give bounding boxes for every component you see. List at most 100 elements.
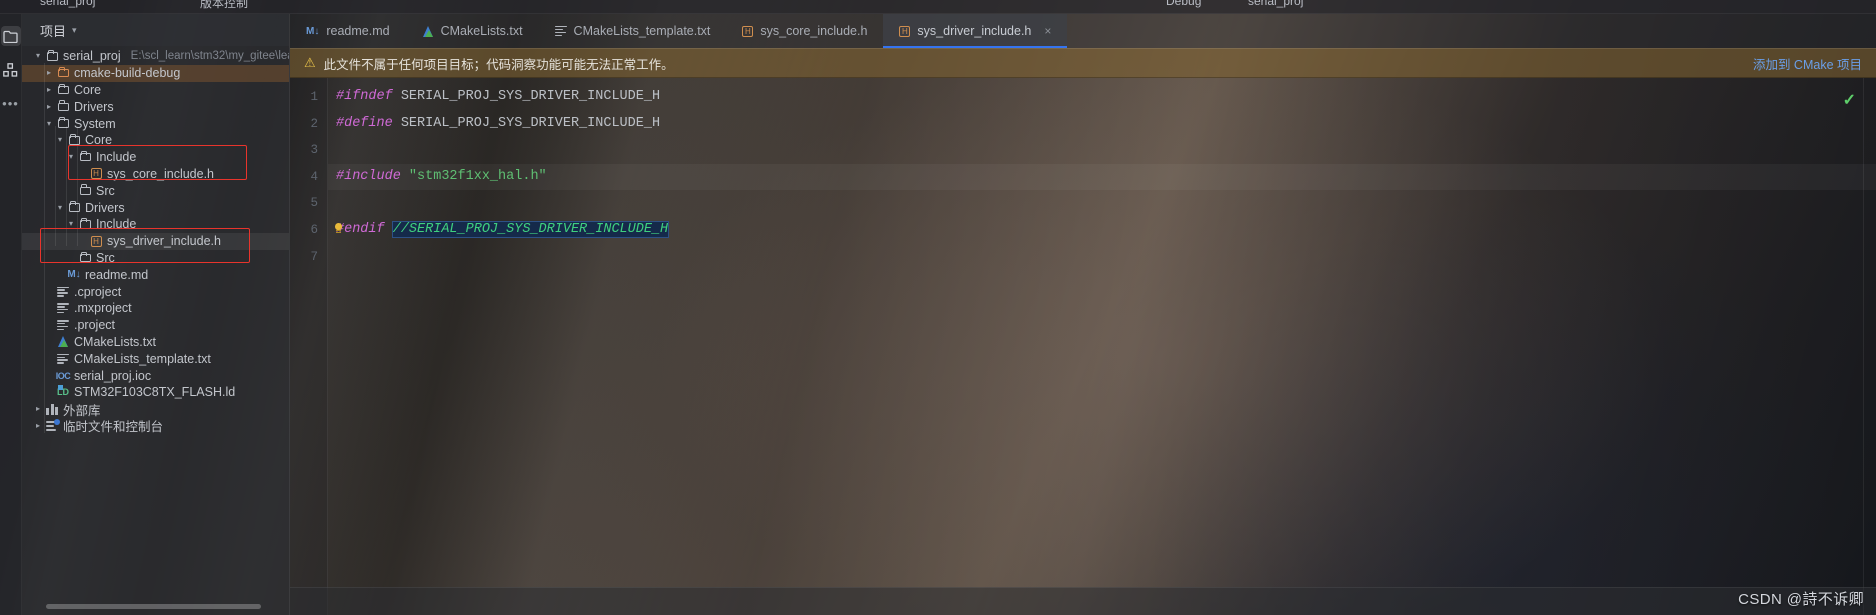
tree-node-drivers[interactable]: Drivers <box>22 98 289 115</box>
code-line-5[interactable] <box>328 190 1876 217</box>
tree-node-label: .project <box>74 318 115 333</box>
chevron-right-icon[interactable] <box>32 405 44 413</box>
tree-node-icon <box>55 117 71 128</box>
tree-node-system[interactable]: System <box>22 115 289 132</box>
chevron-down-icon[interactable]: ▾ <box>72 25 77 36</box>
tree-node-label: Src <box>96 183 115 198</box>
tree-node-cmake-build-debug[interactable]: cmake-build-debug <box>22 64 289 82</box>
tree-node-include[interactable]: Include <box>22 149 289 166</box>
tree-node-icon <box>77 150 93 162</box>
intention-bulb-icon[interactable] <box>334 223 343 235</box>
project-panel-title: 项目 <box>40 23 67 39</box>
folder-icon <box>79 218 91 229</box>
tree-node--project[interactable]: .project <box>22 317 289 334</box>
tree-node-label: STM32F103C8TX_FLASH.ld <box>74 385 236 400</box>
code-token-id: SERIAL_PROJ_SYS_DRIVER_INCLUDE_H <box>392 89 661 104</box>
line-number: 1 <box>310 90 318 104</box>
inspection-status-icon[interactable]: ✓ <box>1843 90 1856 110</box>
header-file-icon: H <box>90 235 102 247</box>
editor-tab-readme-md[interactable]: M↓ readme.md <box>290 14 406 48</box>
tree-node-label: cmake-build-debug <box>74 66 181 81</box>
tree-node-icon <box>55 320 71 331</box>
tree-node-cmakelists-txt[interactable]: CMakeLists.txt <box>22 334 289 351</box>
tree-node-stm32f103c8tx-flash-ld[interactable]: LD STM32F103C8TX_FLASH.ld <box>22 384 289 401</box>
code-line-2[interactable]: #define SERIAL_PROJ_SYS_DRIVER_INCLUDE_H <box>328 111 1876 138</box>
tree-node--[interactable]: 临时文件和控制台 <box>22 418 289 434</box>
tree-node--cproject[interactable]: .cproject <box>22 283 289 300</box>
code-line-7[interactable] <box>328 244 1876 271</box>
scratches-consoles-icon <box>45 419 60 431</box>
tree-node-icon: M↓ <box>66 269 82 280</box>
chevron-down-icon[interactable] <box>32 52 44 60</box>
project-horizontal-scrollbar[interactable] <box>22 599 289 615</box>
project-tree[interactable]: serial_proj E:\scl_learn\stm32\my_gitee\l… <box>22 46 289 615</box>
tree-node-drivers[interactable]: Drivers <box>22 199 289 216</box>
tree-node-icon <box>44 50 60 61</box>
ioc-file-icon: IOC <box>55 370 71 381</box>
editor-vertical-scrollbar[interactable] <box>1864 78 1876 615</box>
tree-node-label: Include <box>96 217 137 232</box>
tree-node-readme-md[interactable]: M↓ readme.md <box>22 266 289 283</box>
tree-node-icon <box>55 100 71 112</box>
editor-tab-cmakelists-template-txt[interactable]: CMakeLists_template.txt <box>539 14 727 48</box>
tab-icon: H <box>742 25 754 37</box>
code-token-kw: #ifndef <box>336 89 393 104</box>
close-icon[interactable]: × <box>1044 24 1051 38</box>
tree-node-sys-driver-include-h[interactable]: Hsys_driver_include.h <box>22 232 289 250</box>
header-file-icon: H <box>90 168 102 180</box>
tree-node-icon <box>77 184 93 196</box>
add-to-cmake-project-link[interactable]: 添加到 CMake 项目 <box>1753 54 1862 73</box>
tree-node-label: Core <box>74 82 102 97</box>
tree-node-icon <box>55 336 71 348</box>
tab-label: readme.md <box>326 24 390 38</box>
tree-node-cmakelists-template-txt[interactable]: CMakeLists_template.txt <box>22 350 289 367</box>
tree-node--mxproject[interactable]: .mxproject <box>22 300 289 317</box>
tree-node--[interactable]: 外部库 <box>22 401 289 418</box>
editor-tab-sys-core-include-h[interactable]: Hsys_core_include.h <box>726 14 883 48</box>
code-line-1[interactable]: #ifndef SERIAL_PROJ_SYS_DRIVER_INCLUDE_H <box>328 84 1876 111</box>
tree-node-sys-core-include-h[interactable]: Hsys_core_include.h <box>22 166 289 183</box>
folder-icon <box>79 251 91 263</box>
line-number-gutter: 1 2 3 4 5 6 7 <box>290 78 328 615</box>
tree-node-path: E:\scl_learn\stm32\my_gitee\lear <box>130 50 289 63</box>
tree-node-icon <box>55 353 71 364</box>
code-content[interactable]: #ifndef SERIAL_PROJ_SYS_DRIVER_INCLUDE_H… <box>328 84 1876 615</box>
header-file-icon: H <box>899 25 911 37</box>
tree-node-label: serial_proj <box>63 49 121 64</box>
folder-icon <box>57 83 69 95</box>
project-panel-header[interactable]: 项目 ▾ <box>22 14 289 46</box>
line-number: 6 <box>310 222 318 237</box>
code-token-kw: #endif <box>336 221 385 237</box>
editor-tab-sys-driver-include-h[interactable]: Hsys_driver_include.h × <box>883 14 1068 48</box>
editor-tab-cmakelists-txt[interactable]: CMakeLists.txt <box>406 14 539 48</box>
tree-node-src[interactable]: Src <box>22 250 289 267</box>
tree-node-serial-proj-ioc[interactable]: IOC serial_proj.ioc <box>22 367 289 384</box>
tab-label: sys_driver_include.h <box>917 24 1032 38</box>
banner-message: 此文件不属于任何项目目标；代码洞察功能可能无法正常工作。 <box>323 57 674 72</box>
tree-node-core[interactable]: Core <box>22 132 289 149</box>
code-editor[interactable]: 1 2 3 4 5 6 7 #ifndef SERIAL_PROJ_SYS_DRIVER_I… <box>290 78 1876 615</box>
tree-node-icon <box>55 303 71 314</box>
tab-icon <box>422 25 434 37</box>
code-line-6[interactable]: #endif //SERIAL_PROJ_SYS_DRIVER_INCLUDE_… <box>328 217 1876 244</box>
code-line-4[interactable]: #include "stm32f1xx_hal.h" <box>328 163 1876 191</box>
code-line-3[interactable] <box>328 137 1876 164</box>
tree-node-icon <box>66 134 82 145</box>
tree-node-src[interactable]: Src <box>22 182 289 199</box>
tree-node-label: .cproject <box>74 284 122 299</box>
tree-node-serial-proj[interactable]: serial_proj E:\scl_learn\stm32\my_gitee\l… <box>22 48 289 65</box>
tree-node-include[interactable]: Include <box>22 216 289 233</box>
folder-icon <box>79 184 91 196</box>
scrollbar-thumb[interactable] <box>46 604 261 609</box>
structure-tool-icon[interactable] <box>1 60 21 80</box>
project-tool-icon[interactable] <box>0 26 21 46</box>
tree-node-core[interactable]: Core <box>22 82 289 99</box>
chevron-right-icon[interactable] <box>32 422 44 430</box>
tree-node-icon <box>44 419 60 431</box>
more-tools-icon[interactable]: ••• <box>1 94 21 114</box>
editor-tab-bar[interactable]: M↓ readme.md CMakeLists.txt CMakeLists_temp… <box>290 14 1876 48</box>
text-file-icon <box>554 26 567 36</box>
tree-node-icon <box>44 403 60 415</box>
tree-node-label: Drivers <box>85 200 125 215</box>
linker-script-icon: LD <box>57 385 69 398</box>
